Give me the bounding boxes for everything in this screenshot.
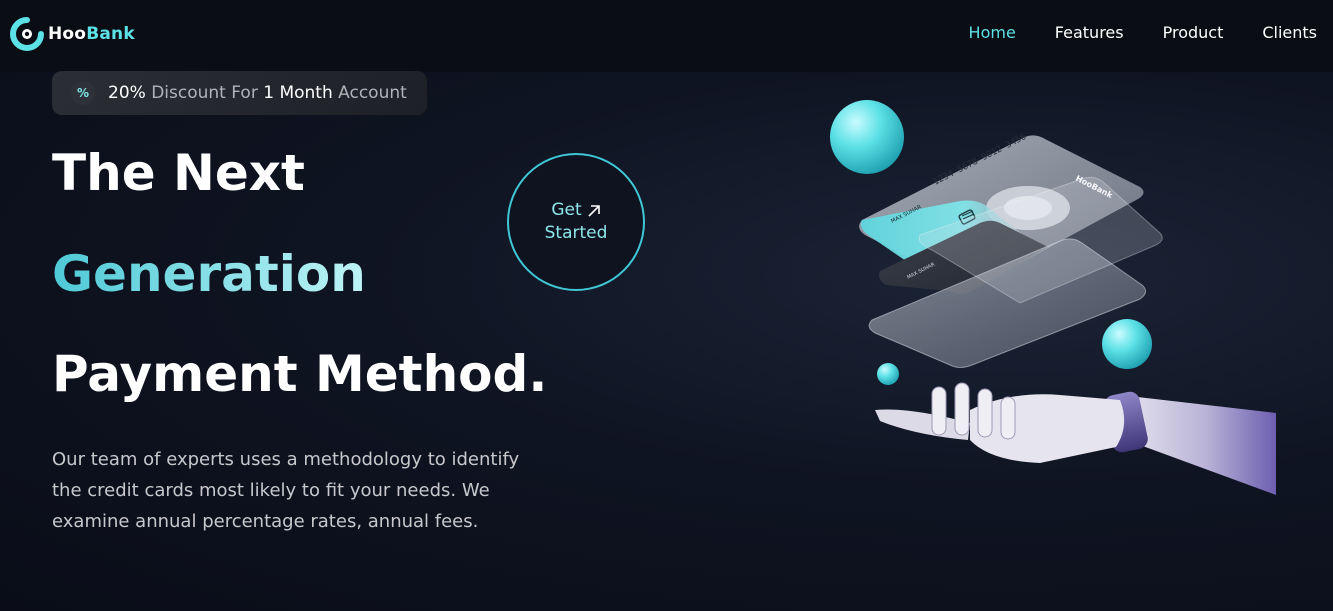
get-started-row2: Started (545, 222, 608, 245)
hero-heading-line1: The Next (52, 144, 305, 202)
robot-palm (970, 394, 1125, 463)
nav-clients[interactable]: Clients (1262, 23, 1317, 42)
hero-illustration: 1234 5678 9012 3456 HooBank MAX SUHAR MA… (830, 100, 1276, 495)
discount-account: Account (338, 83, 407, 103)
main-nav: Home Features Product Clients (969, 23, 1317, 42)
get-started-label-line2: Started (544, 223, 608, 243)
get-started-label-line1: Get (551, 200, 582, 220)
nav-features[interactable]: Features (1055, 23, 1124, 42)
logo-text: HooBank (48, 24, 135, 44)
nav-product[interactable]: Product (1163, 23, 1224, 42)
arrow-up-right-icon (588, 204, 600, 217)
discount-for: For (231, 83, 258, 103)
get-started-row1: Get (551, 199, 600, 222)
floating-sphere-large (830, 100, 904, 174)
get-started-button[interactable]: Get Started (507, 153, 645, 291)
nav-home[interactable]: Home (969, 23, 1016, 42)
floating-sphere-small (877, 363, 899, 385)
hero-description: Our team of experts uses a methodology t… (52, 449, 520, 532)
top-navbar: HooBank Home Features Product Clients (0, 0, 1333, 72)
logo-text-part1: Hoo (48, 24, 87, 44)
discount-icon: % (71, 81, 95, 105)
discount-percent: 20% (108, 83, 146, 103)
hero-heading-line2: Generation (52, 245, 366, 303)
logo[interactable]: HooBank (10, 16, 135, 52)
discount-badge: % 20% Discount For 1 Month Account (52, 71, 427, 115)
get-started-inner: Get Started (509, 155, 643, 289)
hoobank-logo-icon (10, 17, 44, 51)
discount-duration: 1 Month (263, 83, 333, 103)
hero-heading-line3: Payment Method. (52, 345, 548, 403)
robot-hand (875, 382, 1276, 495)
discount-word: Discount (151, 83, 226, 103)
floating-sphere-medium (1102, 319, 1152, 369)
logo-text-part2: Bank (86, 24, 135, 44)
discount-text: 20% Discount For 1 Month Account (108, 83, 407, 103)
